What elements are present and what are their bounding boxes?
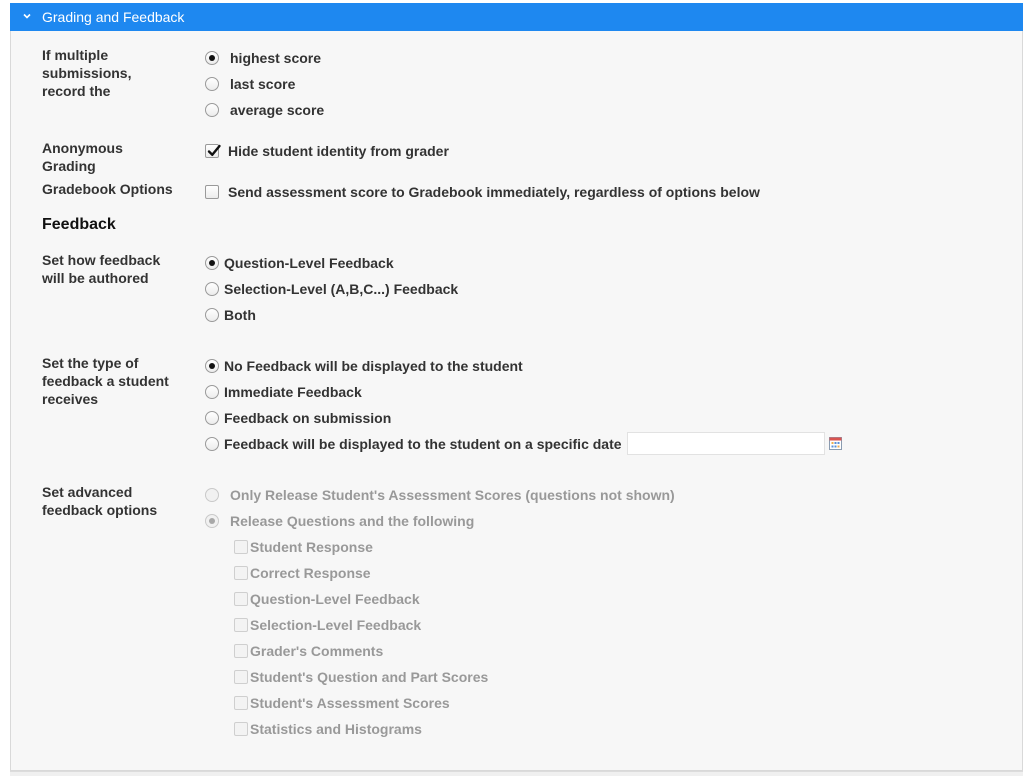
checkbox-student-response[interactable]: Student Response — [234, 537, 373, 557]
radio-button[interactable] — [205, 77, 219, 91]
checkmark-icon — [207, 144, 221, 156]
chevron-down-icon — [23, 13, 31, 19]
radio-label: average score — [230, 102, 325, 118]
checkbox-label: Statistics and Histograms — [250, 721, 422, 737]
checkbox-selection-level-feedback[interactable]: Selection-Level Feedback — [234, 615, 421, 635]
checkbox-label: Correct Response — [250, 565, 371, 581]
radio-label: highest score — [230, 50, 322, 66]
checkbox-label: Grader's Comments — [250, 643, 384, 659]
radio-only-release-scores[interactable]: Only Release Student's Assessment Scores… — [205, 485, 675, 505]
radio-button[interactable] — [205, 359, 219, 373]
radio-selection-level-feedback[interactable]: Selection-Level (A,B,C...) Feedback — [205, 279, 458, 299]
radio-label: No Feedback will be displayed to the stu… — [224, 358, 523, 374]
section-title: Grading and Feedback — [42, 9, 185, 25]
feedback-heading: Feedback — [42, 216, 116, 233]
checkbox[interactable] — [234, 618, 248, 632]
checkbox-label: Hide student identity from grader — [228, 143, 449, 159]
radio-release-questions[interactable]: Release Questions and the following — [205, 511, 474, 531]
checkbox-graders-comments[interactable]: Grader's Comments — [234, 641, 383, 661]
checkbox-question-level-feedback[interactable]: Question-Level Feedback — [234, 589, 420, 609]
checkbox-label: Send assessment score to Gradebook immed… — [228, 184, 760, 200]
checkbox[interactable] — [234, 592, 248, 606]
checkbox-label: Student's Question and Part Scores — [250, 669, 489, 685]
feedback-date-input[interactable] — [627, 432, 825, 455]
radio-both[interactable]: Both — [205, 305, 256, 325]
checkbox-statistics-histograms[interactable]: Statistics and Histograms — [234, 719, 422, 739]
radio-label: Question-Level Feedback — [224, 255, 394, 271]
hide-identity-checkbox[interactable]: Hide student identity from grader — [205, 141, 449, 161]
checkbox[interactable] — [234, 670, 248, 684]
checkbox-label: Student's Assessment Scores — [250, 695, 450, 711]
checkbox[interactable] — [234, 722, 248, 736]
section-header[interactable]: Grading and Feedback — [10, 3, 1023, 31]
radio-no-feedback[interactable]: No Feedback will be displayed to the stu… — [205, 356, 523, 376]
calendar-icon[interactable] — [829, 437, 842, 450]
checkbox-assessment-scores[interactable]: Student's Assessment Scores — [234, 693, 450, 713]
radio-button[interactable] — [205, 282, 219, 296]
radio-feedback-specific-date[interactable]: Feedback will be displayed to the studen… — [205, 434, 622, 454]
radio-button[interactable] — [205, 385, 219, 399]
radio-highest-score[interactable]: highest score — [205, 48, 321, 68]
radio-question-level-feedback[interactable]: Question-Level Feedback — [205, 253, 394, 273]
radio-button[interactable] — [205, 308, 219, 322]
feedback-type-label: Set the type of feedback a student recei… — [42, 355, 169, 407]
radio-label: last score — [230, 76, 296, 92]
checkbox[interactable] — [234, 644, 248, 658]
radio-label: Selection-Level (A,B,C...) Feedback — [224, 281, 459, 297]
radio-immediate-feedback[interactable]: Immediate Feedback — [205, 382, 362, 402]
radio-button[interactable] — [205, 437, 219, 451]
checkbox[interactable] — [205, 144, 221, 158]
radio-feedback-on-submission[interactable]: Feedback on submission — [205, 408, 391, 428]
send-to-gradebook-checkbox[interactable]: Send assessment score to Gradebook immed… — [205, 182, 760, 202]
radio-label: Release Questions and the following — [230, 513, 475, 529]
radio-button[interactable] — [205, 256, 219, 270]
checkbox[interactable] — [234, 566, 248, 580]
radio-label: Immediate Feedback — [224, 384, 362, 400]
radio-label: Only Release Student's Assessment Scores… — [230, 487, 675, 503]
radio-button[interactable] — [205, 488, 219, 502]
advanced-feedback-label: Set advanced feedback options — [42, 484, 158, 518]
checkbox-correct-response[interactable]: Correct Response — [234, 563, 371, 583]
radio-label: Both — [224, 307, 256, 323]
checkbox[interactable] — [205, 185, 219, 199]
checkbox[interactable] — [234, 696, 248, 710]
radio-button[interactable] — [205, 103, 219, 117]
radio-button[interactable] — [205, 51, 219, 65]
radio-average-score[interactable]: average score — [205, 100, 324, 120]
checkbox-label: Selection-Level Feedback — [250, 617, 422, 633]
checkbox-question-part-scores[interactable]: Student's Question and Part Scores — [234, 667, 488, 687]
checkbox[interactable] — [234, 540, 248, 554]
radio-last-score[interactable]: last score — [205, 74, 295, 94]
checkbox-label: Question-Level Feedback — [250, 591, 420, 607]
radio-label: Feedback will be displayed to the studen… — [224, 436, 622, 452]
radio-button[interactable] — [205, 514, 219, 528]
checkbox-label: Student Response — [250, 539, 373, 555]
gradebook-options-label: Gradebook Options — [42, 181, 173, 197]
submissions-label: If multiple submissions, record the — [42, 47, 132, 99]
anonymous-grading-label: Anonymous Grading — [42, 140, 123, 174]
panel-bottom-border — [10, 771, 1023, 776]
radio-button[interactable] — [205, 411, 219, 425]
feedback-authored-label: Set how feedback will be authored — [42, 252, 161, 286]
radio-label: Feedback on submission — [224, 410, 392, 426]
